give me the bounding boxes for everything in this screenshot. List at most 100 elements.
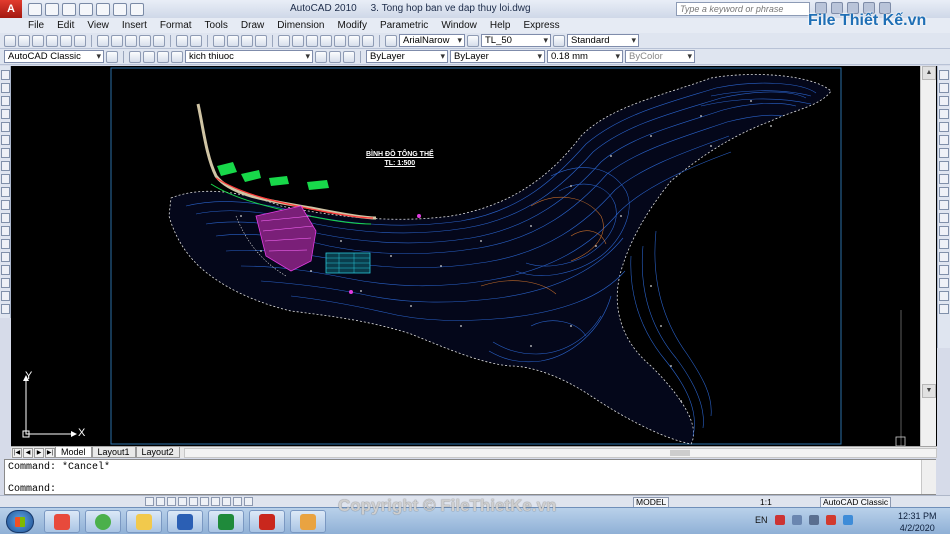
- dynamic-ucs-icon[interactable]: [211, 497, 220, 506]
- object-snap-icon[interactable]: [189, 497, 198, 506]
- spline-icon[interactable]: [0, 174, 10, 184]
- tab-layout2[interactable]: Layout2: [135, 447, 180, 458]
- workspace-settings-icon[interactable]: [106, 50, 118, 63]
- quickcalc-icon[interactable]: [348, 34, 360, 47]
- rotate-icon[interactable]: [939, 148, 949, 158]
- menu-dimension[interactable]: Dimension: [277, 20, 324, 31]
- update-icon[interactable]: [842, 515, 853, 525]
- menu-help[interactable]: Help: [490, 20, 511, 31]
- properties-icon[interactable]: [278, 34, 290, 47]
- taskbar-unikey[interactable]: [44, 510, 80, 533]
- paste-icon[interactable]: [125, 34, 137, 47]
- layer-on-icon[interactable]: [143, 50, 155, 63]
- save-icon[interactable]: [32, 34, 44, 47]
- array-icon[interactable]: [939, 122, 949, 132]
- construction-line-icon[interactable]: [0, 83, 10, 93]
- menu-parametric[interactable]: Parametric: [380, 20, 428, 31]
- help-search-input[interactable]: Type a keyword or phrase: [676, 2, 810, 16]
- copy-object-icon[interactable]: [939, 83, 949, 93]
- quick-properties-icon[interactable]: [244, 497, 253, 506]
- menu-view[interactable]: View: [87, 20, 109, 31]
- gradient-icon[interactable]: [0, 265, 10, 275]
- make-block-icon[interactable]: [0, 226, 10, 236]
- insert-block-icon[interactable]: [0, 213, 10, 223]
- undo-icon[interactable]: [176, 34, 188, 47]
- snap-mode-icon[interactable]: [145, 497, 154, 506]
- tab-layout1[interactable]: Layout1: [91, 447, 136, 458]
- lineweight-display-icon[interactable]: [233, 497, 242, 506]
- fillet-icon[interactable]: [939, 252, 949, 262]
- grid-display-icon[interactable]: [156, 497, 165, 506]
- table-style-select[interactable]: Standard: [567, 34, 639, 47]
- polygon-icon[interactable]: [0, 109, 10, 119]
- layer-lock-icon[interactable]: [171, 50, 183, 63]
- horizontal-scrollbar[interactable]: [183, 447, 937, 458]
- line-icon[interactable]: [0, 70, 10, 80]
- stretch-icon[interactable]: [939, 174, 949, 184]
- model-space-canvas[interactable]: BÌNH ĐỒ TỔNG THỂ TL: 1:500 X Y: [11, 66, 937, 447]
- next-tab-icon[interactable]: ▶: [34, 447, 44, 458]
- color-select[interactable]: ByLayer: [366, 50, 448, 63]
- command-prompt[interactable]: Command:: [8, 484, 56, 495]
- circle-icon[interactable]: [0, 148, 10, 158]
- erase-icon[interactable]: [939, 70, 949, 80]
- region-icon[interactable]: [0, 278, 10, 288]
- autocad-logo-icon[interactable]: A: [0, 0, 22, 18]
- annotation-scale[interactable]: 1:1: [760, 497, 772, 507]
- clock[interactable]: 12:31 PM 4/2/2020: [898, 510, 937, 534]
- trim-icon[interactable]: [939, 187, 949, 197]
- sheet-set-icon[interactable]: [320, 34, 332, 47]
- vertical-scrollbar[interactable]: ▲ ▼: [920, 66, 936, 447]
- qnew-icon[interactable]: [4, 34, 16, 47]
- zoom-previous-icon[interactable]: [255, 34, 267, 47]
- menu-express[interactable]: Express: [523, 20, 559, 31]
- volume-icon[interactable]: [808, 515, 819, 525]
- taskbar-excel[interactable]: [208, 510, 244, 533]
- text-style-select[interactable]: ArialNarow: [399, 34, 465, 47]
- security-icon[interactable]: [774, 515, 785, 525]
- dim-style-select[interactable]: TL_50: [481, 34, 551, 47]
- block-editor-icon[interactable]: [153, 34, 165, 47]
- draw-order-icon[interactable]: [939, 278, 949, 288]
- plot-preview-icon[interactable]: [60, 34, 72, 47]
- copy-icon[interactable]: [111, 34, 123, 47]
- layer-previous-icon[interactable]: [329, 50, 341, 63]
- lineweight-select[interactable]: 0.18 mm: [547, 50, 623, 63]
- open-icon[interactable]: [18, 34, 30, 47]
- undo-icon[interactable]: [96, 2, 110, 16]
- explode-icon[interactable]: [939, 265, 949, 275]
- workspace-select[interactable]: AutoCAD Classic: [4, 50, 104, 63]
- command-scrollbar[interactable]: [921, 460, 936, 494]
- taskbar-word[interactable]: [167, 510, 203, 533]
- prev-tab-icon[interactable]: ◀: [23, 447, 33, 458]
- zoom-window-icon[interactable]: [241, 34, 253, 47]
- scale-icon[interactable]: [939, 161, 949, 171]
- menu-file[interactable]: File: [28, 20, 44, 31]
- polyline-icon[interactable]: [0, 96, 10, 106]
- taskbar-explorer[interactable]: [126, 510, 162, 533]
- ellipse-arc-icon[interactable]: [0, 200, 10, 210]
- taskbar-browser[interactable]: [85, 510, 121, 533]
- chamfer-icon[interactable]: [939, 239, 949, 249]
- layer-freeze-icon[interactable]: [157, 50, 169, 63]
- revision-cloud-icon[interactable]: [0, 161, 10, 171]
- last-tab-icon[interactable]: ▶|: [45, 447, 55, 458]
- break-icon[interactable]: [939, 213, 949, 223]
- object-snap-tracking-icon[interactable]: [200, 497, 209, 506]
- menu-insert[interactable]: Insert: [122, 20, 147, 31]
- save-icon[interactable]: [62, 2, 76, 16]
- arc-icon[interactable]: [0, 135, 10, 145]
- extend-icon[interactable]: [939, 200, 949, 210]
- table-icon[interactable]: [0, 291, 10, 301]
- menu-tools[interactable]: Tools: [205, 20, 228, 31]
- scroll-down-icon[interactable]: ▼: [922, 384, 936, 398]
- layer-state-icon[interactable]: [343, 50, 355, 63]
- layer-select[interactable]: kich thiuoc: [185, 50, 313, 63]
- new-file-icon[interactable]: [28, 2, 42, 16]
- match-properties-icon[interactable]: [139, 34, 151, 47]
- design-center-icon[interactable]: [292, 34, 304, 47]
- linetype-select[interactable]: ByLayer: [450, 50, 545, 63]
- hatch-icon[interactable]: [0, 252, 10, 262]
- menu-modify[interactable]: Modify: [338, 20, 367, 31]
- taskbar-autocad[interactable]: [249, 510, 285, 533]
